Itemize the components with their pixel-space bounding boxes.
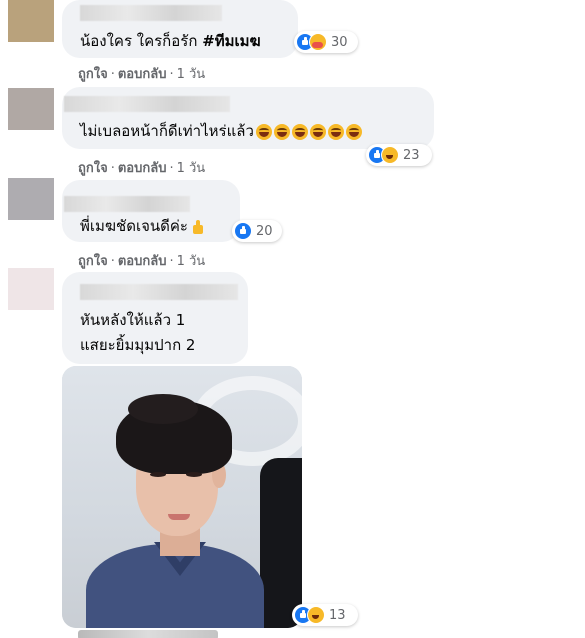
- separator: ·: [169, 254, 174, 269]
- haha-reaction-icon: [307, 606, 325, 624]
- thumbs-up-icon: [190, 219, 206, 235]
- laughing-icon: [345, 123, 362, 140]
- comment-text-line-2: แสยะยิ้มมุมปาก 2: [80, 336, 196, 354]
- reply-link[interactable]: ตอบกลับ: [118, 161, 167, 176]
- comment-text-line-1: หันหลังให้แล้ว 1: [80, 311, 186, 329]
- laughing-icon: [291, 123, 308, 140]
- commenter-avatar[interactable]: [8, 0, 54, 42]
- separator: ·: [169, 67, 174, 82]
- reply-link[interactable]: ตอบกลับ: [118, 67, 167, 82]
- reaction-count: 23: [403, 147, 420, 163]
- separator: ·: [110, 161, 115, 176]
- photo-eye-left: [150, 472, 166, 477]
- laughing-icon: [255, 123, 272, 140]
- laughing-icon: [327, 123, 344, 140]
- care-reaction-icon: [309, 33, 327, 51]
- comment-body: ไม่เบลอหน้าก็ดีเท่าไหร่แล้ว: [80, 122, 254, 140]
- like-reaction-icon: [234, 222, 252, 240]
- commenter-avatar[interactable]: [8, 268, 54, 310]
- comment-body: น้องใคร ใครก็อรัก: [80, 32, 203, 50]
- reply-link[interactable]: ตอบกลับ: [118, 254, 167, 269]
- timestamp[interactable]: 1 วัน: [177, 161, 206, 176]
- separator: ·: [110, 67, 115, 82]
- separator: ·: [169, 161, 174, 176]
- reaction-summary[interactable]: 30: [294, 31, 358, 53]
- like-link[interactable]: ถูกใจ: [78, 254, 108, 269]
- reaction-summary[interactable]: 23: [366, 144, 432, 166]
- timestamp[interactable]: 1 วัน: [177, 67, 206, 82]
- separator: ·: [110, 254, 115, 269]
- photo-eye-right: [186, 472, 202, 477]
- reaction-summary[interactable]: 20: [232, 220, 282, 242]
- comment-text: พี่เมฆชัดเจนดีค่ะ: [80, 216, 206, 236]
- commenter-avatar[interactable]: [8, 178, 54, 220]
- laughing-icon: [309, 123, 326, 140]
- reaction-count: 13: [329, 607, 346, 623]
- emoji-group: [255, 123, 362, 140]
- comment-actions: ถูกใจ · ตอบกลับ · 1 วัน: [78, 250, 205, 271]
- comment-text: น้องใคร ใครก็อรัก #ทีมเมฆ: [80, 31, 261, 51]
- reaction-count: 20: [256, 223, 273, 239]
- comment-actions: ถูกใจ · ตอบกลับ · 1 วัน: [78, 157, 205, 178]
- like-link[interactable]: ถูกใจ: [78, 161, 108, 176]
- photo-background-person: [260, 458, 302, 628]
- commenter-name-blurred[interactable]: [80, 284, 238, 300]
- hashtag-link[interactable]: #ทีมเมฆ: [202, 32, 261, 50]
- comment-photo[interactable]: [62, 366, 302, 628]
- comment-body: พี่เมฆชัดเจนดีค่ะ: [80, 217, 188, 235]
- commenter-avatar[interactable]: [8, 88, 54, 130]
- reaction-summary[interactable]: 13: [292, 604, 358, 626]
- photo-hair-top: [128, 394, 198, 424]
- photo-mouth: [168, 514, 190, 520]
- reaction-count: 30: [331, 34, 348, 50]
- timestamp[interactable]: 1 วัน: [177, 254, 206, 269]
- like-link[interactable]: ถูกใจ: [78, 67, 108, 82]
- commenter-name-blurred[interactable]: [64, 96, 230, 112]
- haha-reaction-icon: [381, 146, 399, 164]
- comment-text: ไม่เบลอหน้าก็ดีเท่าไหร่แล้ว: [80, 121, 362, 141]
- commenter-name-blurred[interactable]: [64, 196, 190, 212]
- laughing-icon: [273, 123, 290, 140]
- next-comment-cutoff: [78, 630, 218, 638]
- commenter-name-blurred[interactable]: [80, 5, 222, 21]
- comment-actions: ถูกใจ · ตอบกลับ · 1 วัน: [78, 63, 205, 84]
